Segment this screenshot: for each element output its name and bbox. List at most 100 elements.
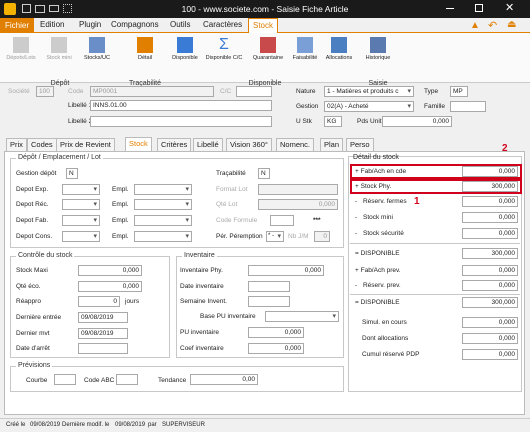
tab-criteres[interactable]: Critères (157, 138, 192, 151)
empl-exp-label: Empl. (112, 186, 129, 193)
simul-en-cours-field[interactable]: 0,000 (462, 317, 518, 328)
inventaire-phy-field[interactable]: 0,000 (248, 265, 324, 276)
base-pu-select[interactable] (265, 311, 339, 322)
print-icon[interactable] (35, 5, 45, 13)
stock-mini-button[interactable]: Stock mini (44, 37, 74, 62)
menu-compagnons[interactable]: Compagnons (111, 19, 159, 31)
code-formule-field[interactable] (270, 215, 294, 226)
dont-allocations-field[interactable]: 0,000 (462, 333, 518, 344)
courbe-field[interactable] (54, 374, 76, 385)
peremption-select[interactable]: * - (266, 231, 284, 242)
file-menu-button[interactable]: Fichier (0, 18, 34, 33)
reappro-field[interactable]: 0 (78, 296, 120, 307)
disponible-button[interactable]: Disponible (170, 37, 200, 62)
format-lot-label: Format Lot (216, 186, 248, 193)
detail-button[interactable]: Détail (130, 37, 160, 62)
depots-lots-button[interactable]: Dépots/Lots (4, 37, 38, 62)
fab-ach-prev-field[interactable]: 0,000 (462, 265, 518, 276)
qte-eco-field[interactable]: 0,000 (78, 281, 142, 292)
nature-select[interactable]: 1 - Matières et produits c (324, 86, 414, 97)
empl-fab-select[interactable] (134, 215, 192, 226)
menu-plugin[interactable]: Plugin (79, 19, 101, 31)
reserv-prev-field[interactable]: 0,000 (462, 280, 518, 291)
menu-stock[interactable]: Stock (248, 18, 279, 33)
gestion-depot-field[interactable]: N (66, 168, 78, 179)
save-icon[interactable] (22, 4, 31, 13)
minimize-icon[interactable] (446, 8, 454, 9)
semaine-invent-field[interactable] (248, 296, 290, 307)
ustk-field[interactable]: KG (324, 116, 342, 127)
derniere-entree-field[interactable]: 09/08/2019 (78, 312, 128, 323)
stock-maxi-field[interactable]: 0,000 (78, 265, 142, 276)
formule-stars[interactable]: *** (313, 216, 321, 225)
app-icon[interactable] (4, 3, 16, 15)
mail-icon[interactable] (49, 5, 59, 12)
code-abc-field[interactable] (116, 374, 138, 385)
dernier-mvt-field[interactable]: 09/08/2019 (78, 328, 128, 339)
cumul-reserve-pdp-field[interactable]: 0,000 (462, 349, 518, 360)
libelle2-field[interactable] (90, 116, 272, 127)
tab-perso[interactable]: Perso (346, 138, 374, 151)
disponible-2-field[interactable]: 300,000 (462, 297, 518, 308)
date-arret-field[interactable] (78, 343, 128, 354)
tab-vision360[interactable]: Vision 360° (226, 138, 272, 151)
tab-plan[interactable]: Plan (320, 138, 344, 151)
tab-libelle[interactable]: Libellé (193, 138, 223, 151)
sign: - (355, 230, 358, 237)
tab-prix-de-revient[interactable]: Prix de Revient (56, 138, 115, 151)
libelle1-field[interactable]: INNS.01.00 (90, 100, 272, 111)
cumul-reserve-pdp-label: Cumul réservé PDP (362, 351, 420, 358)
stock-mini-field[interactable]: 0,000 (462, 212, 518, 223)
format-lot-field[interactable] (258, 184, 338, 195)
faisabilite-button[interactable]: Faisabilité (289, 37, 321, 62)
date-inventaire-field[interactable] (248, 281, 290, 292)
tab-stock[interactable]: Stock (125, 137, 152, 151)
tendance-field[interactable]: 0,00 (190, 374, 258, 385)
tracabilite-field[interactable]: N (258, 168, 270, 179)
historique-button[interactable]: Historique (360, 37, 396, 62)
depot-fab-select[interactable] (62, 215, 100, 226)
depot-cons-select[interactable] (62, 231, 100, 242)
tab-prix[interactable]: Prix (6, 138, 27, 151)
menu-outils[interactable]: Outils (170, 19, 190, 31)
grid-icon[interactable] (63, 4, 72, 13)
empl-exp-select[interactable] (134, 184, 192, 195)
empl-rec-select[interactable] (134, 199, 192, 210)
stocks-uc-label: Stocks/UC (84, 55, 110, 61)
qte-lot-field[interactable]: 0,000 (258, 199, 338, 210)
empl-fab-label: Empl. (112, 217, 129, 224)
fab-ach-cde-field[interactable]: 0,000 (462, 166, 518, 177)
disponible-1-field[interactable]: 300,000 (462, 248, 518, 259)
type-field[interactable]: MP (450, 86, 468, 97)
gestion-select[interactable]: 02(A) - Acheté (324, 101, 414, 112)
menu-edition[interactable]: Edition (40, 19, 64, 31)
quarantaine-button[interactable]: Quarantaine (249, 37, 287, 62)
sign: + (355, 267, 359, 274)
nb-jm-field[interactable]: 0 (314, 231, 330, 242)
close-icon[interactable]: ✕ (505, 1, 514, 14)
reserv-fermes-field[interactable]: 0,000 (462, 196, 518, 207)
pdsunit-field[interactable]: 0,000 (382, 116, 452, 127)
famille-field[interactable] (450, 101, 486, 112)
depot-rec-select[interactable] (62, 199, 100, 210)
code-field[interactable]: MP0001 (90, 86, 214, 97)
depot-exp-select[interactable] (62, 184, 100, 195)
coef-inventaire-field[interactable]: 0,000 (248, 343, 304, 354)
societe-field[interactable]: 100 (36, 86, 54, 97)
stock-securite-field[interactable]: 0,000 (462, 228, 518, 239)
disponible-cc-button[interactable]: Σ Disponible C/C (202, 37, 246, 62)
tab-codes[interactable]: Codes (27, 138, 57, 151)
menu-caracteres[interactable]: Caractères (203, 19, 242, 31)
tab-nomenc[interactable]: Nomenc. (276, 138, 315, 151)
detail-label: Détail (137, 55, 153, 61)
maximize-icon[interactable] (475, 4, 483, 12)
pu-inventaire-field[interactable]: 0,000 (248, 327, 304, 338)
stock-phy-field[interactable]: 300,000 (462, 181, 518, 192)
warning-icon[interactable]: ▲ (470, 20, 480, 31)
stocks-uc-button[interactable]: Stocks/UC (80, 37, 114, 62)
exit-icon[interactable]: ⏏ (507, 19, 516, 30)
empl-cons-select[interactable] (134, 231, 192, 242)
cc-field[interactable] (236, 86, 272, 97)
undo-icon[interactable]: ↶ (488, 19, 497, 32)
allocations-button[interactable]: Allocations (322, 37, 356, 62)
